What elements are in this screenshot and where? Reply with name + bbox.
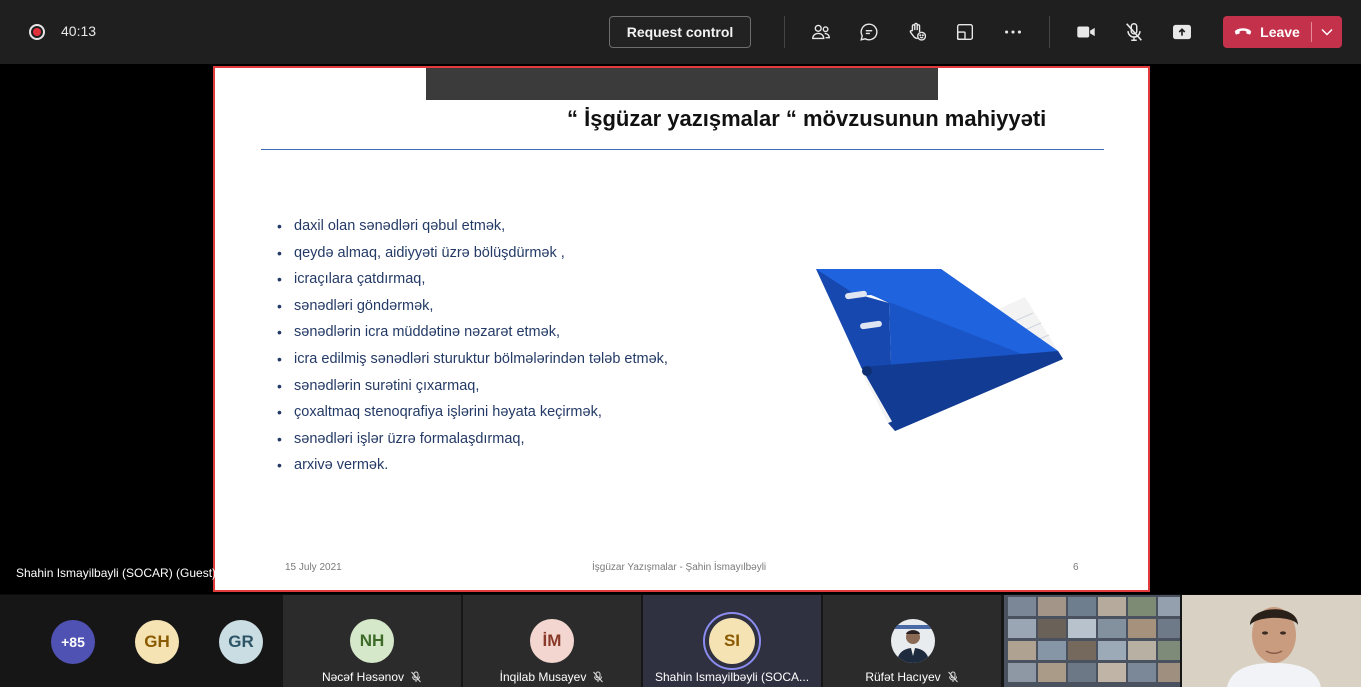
video-cell [1158, 619, 1180, 638]
toolbar-divider [1049, 16, 1050, 48]
bullet-item: icraçılara çatdırmaq, [277, 271, 668, 298]
participant-name-row: İnqilab Musayev [463, 670, 641, 684]
avatar: SI [709, 618, 755, 664]
participant-strip: +85 GH GR NH Nəcəf Həsənov İM İnqilab Mu… [0, 595, 1361, 687]
video-gallery-thumbnail[interactable] [1004, 595, 1180, 687]
video-cell [1128, 663, 1156, 682]
mic-off-icon [593, 671, 604, 683]
hangup-icon [1234, 28, 1252, 35]
bullet-item: daxil olan sənədləri qəbul etmək, [277, 218, 668, 245]
video-cell [1038, 663, 1066, 682]
avatar: İM [530, 619, 574, 663]
video-cell [1068, 619, 1096, 638]
share-icon[interactable] [1168, 18, 1196, 46]
video-cell [1158, 597, 1180, 616]
video-cell [1098, 619, 1126, 638]
recording-icon [29, 24, 45, 40]
video-cell [1098, 597, 1126, 616]
bullet-item: icra edilmiş sənədləri sturuktur bölmələ… [277, 351, 668, 378]
video-cell [1068, 641, 1096, 660]
video-cell [1038, 619, 1066, 638]
participant-photo [891, 619, 935, 663]
video-cell [1158, 641, 1180, 660]
avatar[interactable]: GH [135, 620, 179, 664]
video-cell [1008, 641, 1036, 660]
people-icon[interactable] [807, 18, 835, 46]
video-cell [1128, 641, 1156, 660]
self-video-image [1182, 595, 1361, 687]
participant-name-row: Shahin Ismayilbəyli (SOCA... [643, 670, 821, 684]
participant-name-row: Nəcəf Həsənov [283, 670, 461, 684]
request-control-button[interactable]: Request control [609, 16, 751, 48]
video-cell [1038, 641, 1066, 660]
bullet-item: qeydə almaq, aidiyyəti üzrə bölüşdürmək … [277, 245, 668, 272]
video-cell [1068, 663, 1096, 682]
slide-page-number: 6 [1073, 562, 1079, 573]
slide-title: “ İşgüzar yazışmalar “ mövzusunun mahiyy… [567, 106, 1047, 131]
video-cell [1068, 597, 1096, 616]
slide-footer-date: 15 July 2021 [285, 562, 342, 573]
presenter-name-label: Shahin Ismayilbayli (SOCAR) (Guest) [16, 566, 217, 580]
overflow-participants-button[interactable]: +85 [51, 620, 95, 664]
slide-header-bar [426, 68, 938, 100]
participant-name: Rüfət Hacıyev [865, 670, 941, 684]
video-cell [1128, 597, 1156, 616]
chevron-down-icon[interactable] [1312, 16, 1342, 48]
participant-tile[interactable]: İM İnqilab Musayev [463, 595, 641, 687]
bullet-item: arxivə vermək. [277, 457, 668, 484]
leave-button[interactable]: Leave [1223, 16, 1342, 48]
leave-label: Leave [1260, 24, 1300, 40]
participant-tile[interactable]: Rüfət Hacıyev [823, 595, 1001, 687]
binder-folder-image [816, 269, 1063, 431]
mic-off-icon [411, 671, 421, 683]
reactions-icon[interactable] [903, 18, 931, 46]
participant-tile-speaking[interactable]: SI Shahin Ismayilbəyli (SOCA... [643, 595, 821, 687]
avatar[interactable]: GR [219, 620, 263, 664]
participant-name-row: Rüfət Hacıyev [823, 670, 1001, 684]
meeting-timer: 40:13 [61, 23, 97, 39]
mic-off-icon[interactable] [1120, 18, 1148, 46]
video-cell [1128, 619, 1156, 638]
avatar: NH [350, 619, 394, 663]
video-cell [1008, 597, 1036, 616]
bullet-item: sənədlərin surətini çıxarmaq, [277, 378, 668, 405]
video-cell [1098, 641, 1126, 660]
participant-name: Shahin Ismayilbəyli (SOCA... [654, 670, 810, 684]
participant-tile[interactable]: NH Nəcəf Həsənov [283, 595, 461, 687]
bullet-item: sənədlərin icra müddətinə nəzarət etmək, [277, 324, 668, 351]
meeting-toolbar: 40:13 Request control Leave [0, 0, 1361, 64]
shared-slide: “ İşgüzar yazışmalar “ mövzusunun mahiyy… [213, 66, 1150, 592]
rooms-icon[interactable] [951, 18, 979, 46]
camera-icon[interactable] [1072, 18, 1100, 46]
bullet-item: sənədləri işlər üzrə formalaşdırmaq, [277, 431, 668, 458]
bullet-item: sənədləri göndərmək, [277, 298, 668, 325]
video-cell [1038, 597, 1066, 616]
more-icon[interactable] [999, 18, 1027, 46]
bullet-item: çoxaltmaq stenoqrafiya işlərini həyata k… [277, 404, 668, 431]
participant-name: İnqilab Musayev [499, 670, 587, 684]
video-cell [1098, 663, 1126, 682]
mic-off-icon [947, 671, 958, 683]
slide-footer-title: İşgüzar Yazışmalar - Şahin İsmayılbəyli [592, 562, 767, 573]
self-video[interactable] [1182, 595, 1361, 687]
slide-divider [261, 149, 1104, 150]
video-cell [1008, 663, 1036, 682]
slide-bullet-list: daxil olan sənədləri qəbul etmək, qeydə … [277, 218, 668, 484]
toolbar-divider [784, 16, 785, 48]
video-cell [1158, 663, 1180, 682]
leave-main-button[interactable]: Leave [1223, 16, 1311, 48]
participant-name: Nəcəf Həsənov [321, 670, 405, 684]
chat-icon[interactable] [855, 18, 883, 46]
video-cell [1008, 619, 1036, 638]
